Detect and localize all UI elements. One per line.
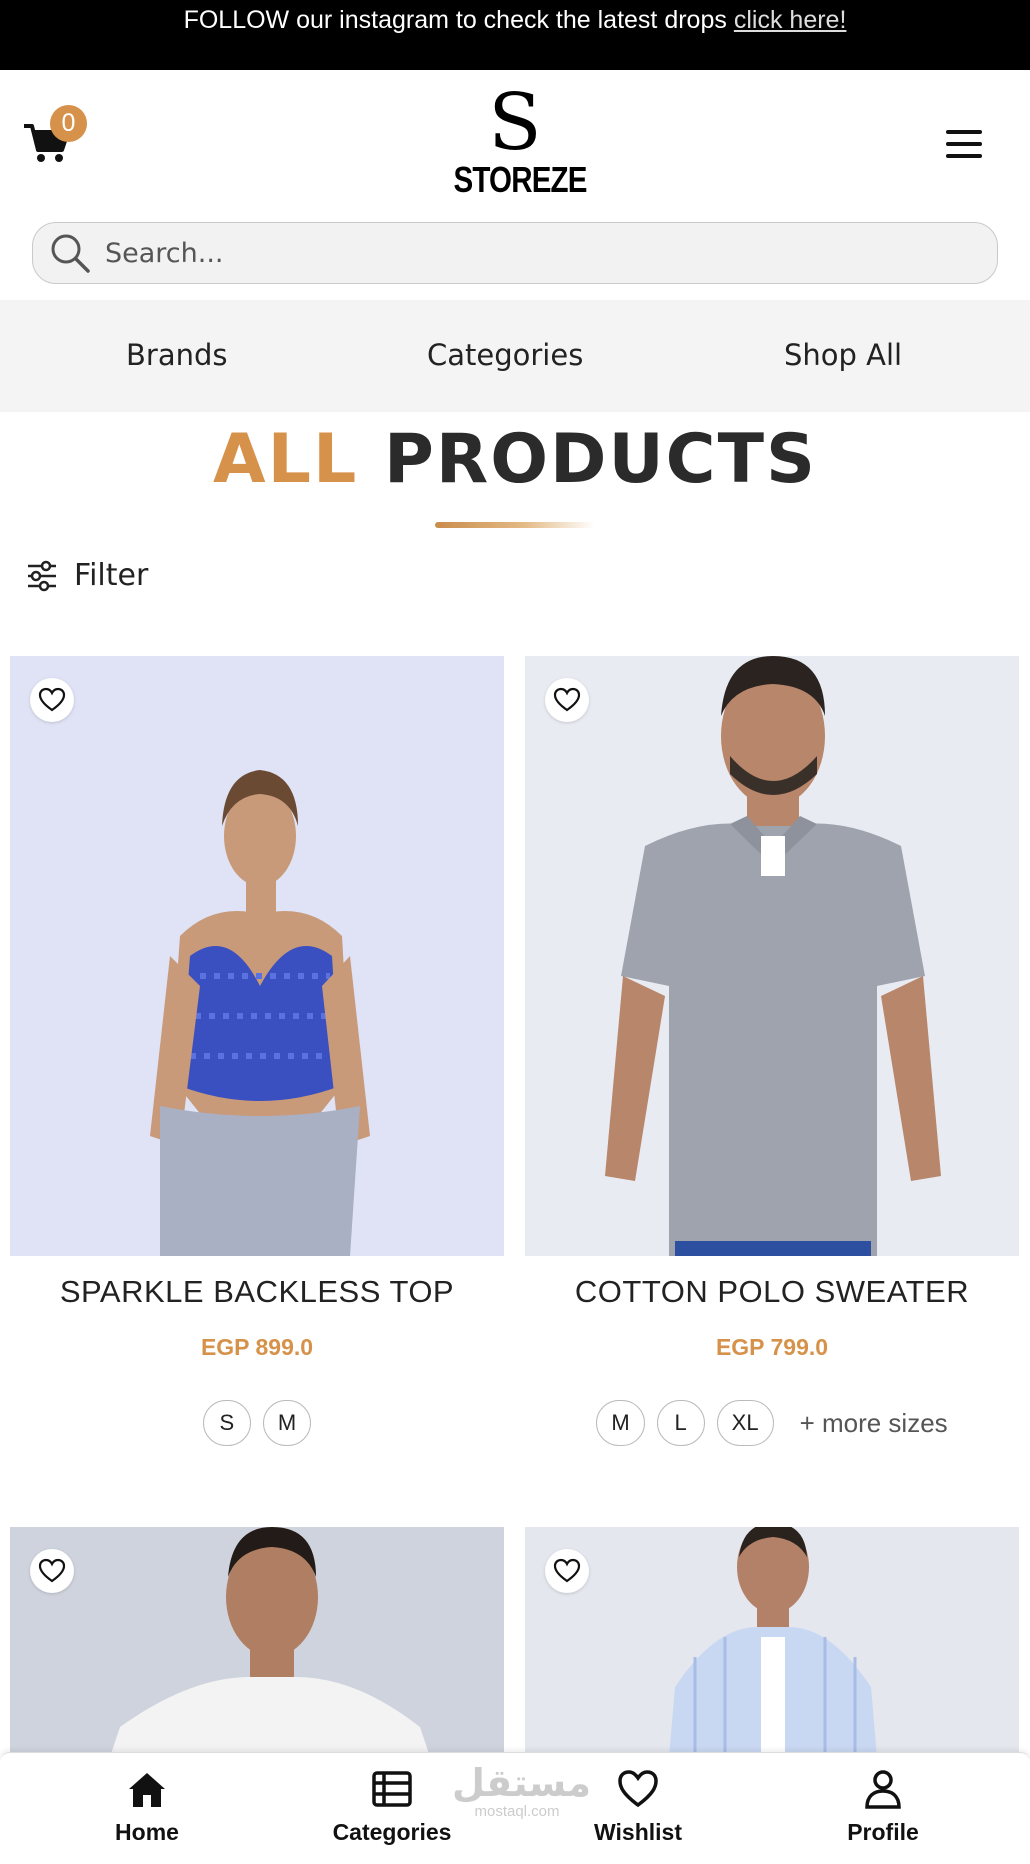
- user-icon: [865, 1770, 901, 1809]
- search-bar: [32, 222, 998, 284]
- page-title: ALL PRODUCTS: [0, 420, 1030, 499]
- cart-count-badge: 0: [50, 105, 87, 142]
- logo-name: STOREZE: [453, 159, 588, 200]
- page-title-main: PRODUCTS: [384, 420, 817, 499]
- wishlist-toggle[interactable]: [30, 678, 74, 722]
- size-options: S M: [10, 1400, 504, 1446]
- watermark-latin: mostaql.com: [474, 1803, 560, 1820]
- watermark: مستقل mostaql.com: [452, 1761, 591, 1820]
- heart-icon: [618, 1770, 658, 1808]
- heart-icon: [553, 687, 581, 712]
- watermark-arabic: مستقل: [452, 1761, 591, 1805]
- more-sizes-link[interactable]: + more sizes: [800, 1408, 948, 1439]
- product-price: EGP 899.0: [200, 1334, 314, 1360]
- bottom-nav-wishlist[interactable]: Wishlist: [568, 1767, 708, 1846]
- heart-icon: [38, 687, 66, 712]
- size-options: M L XL + more sizes: [525, 1400, 1019, 1446]
- size-chip[interactable]: XL: [716, 1400, 774, 1446]
- title-underline: [435, 522, 595, 528]
- hamburger-menu-icon: [946, 130, 982, 158]
- product-image[interactable]: [10, 1527, 504, 1757]
- nav-brands[interactable]: Brands: [126, 338, 228, 372]
- bottom-nav-categories[interactable]: Categories: [322, 1767, 462, 1846]
- store-logo[interactable]: S STOREZE: [440, 84, 590, 198]
- logo-letter: S: [488, 78, 542, 168]
- product-name[interactable]: SPARKLE BACKLESS TOP: [10, 1274, 504, 1310]
- menu-button[interactable]: [944, 126, 984, 162]
- bottom-nav-home-label: Home: [115, 1819, 179, 1845]
- bottom-nav-wishlist-label: Wishlist: [594, 1819, 682, 1845]
- product-price: EGP 799.0: [715, 1334, 829, 1360]
- bottom-nav-profile-label: Profile: [847, 1819, 919, 1845]
- size-chip[interactable]: M: [596, 1400, 645, 1446]
- search-icon: [51, 234, 90, 273]
- filter-button[interactable]: Filter: [26, 558, 148, 593]
- size-chip[interactable]: S: [202, 1400, 251, 1446]
- announcement-text: FOLLOW our instagram to check the latest…: [183, 6, 727, 34]
- home-icon: [129, 1773, 165, 1807]
- wishlist-toggle[interactable]: [30, 1549, 74, 1593]
- heart-icon: [38, 1558, 66, 1583]
- size-chip[interactable]: M: [262, 1400, 312, 1446]
- category-nav: Brands Categories Shop All: [0, 300, 1030, 412]
- bottom-nav-profile[interactable]: Profile: [813, 1767, 953, 1846]
- header: 0 S STOREZE: [0, 70, 1030, 220]
- list-icon: [372, 1771, 412, 1807]
- announcement-link[interactable]: click here!: [734, 6, 847, 35]
- announcement-bar: FOLLOW our instagram to check the latest…: [0, 0, 1030, 70]
- bottom-nav: Home Categories مستقل mostaql.com Wishli…: [0, 1752, 1030, 1864]
- size-chip[interactable]: L: [656, 1400, 705, 1446]
- product-image[interactable]: [525, 656, 1019, 1256]
- wishlist-toggle[interactable]: [545, 1549, 589, 1593]
- search-input[interactable]: [105, 237, 905, 269]
- nav-shop-all[interactable]: Shop All: [784, 338, 902, 372]
- product-name[interactable]: COTTON POLO SWEATER: [525, 1274, 1019, 1310]
- page-title-accent: ALL: [213, 420, 359, 499]
- wishlist-toggle[interactable]: [545, 678, 589, 722]
- product-image[interactable]: [10, 656, 504, 1256]
- nav-categories[interactable]: Categories: [427, 338, 583, 372]
- heart-icon: [553, 1558, 581, 1583]
- sliders-icon: [28, 560, 56, 591]
- bottom-nav-home[interactable]: Home: [77, 1767, 217, 1846]
- filter-label: Filter: [74, 558, 149, 593]
- bottom-nav-categories-label: Categories: [332, 1819, 452, 1845]
- product-image[interactable]: [525, 1527, 1019, 1757]
